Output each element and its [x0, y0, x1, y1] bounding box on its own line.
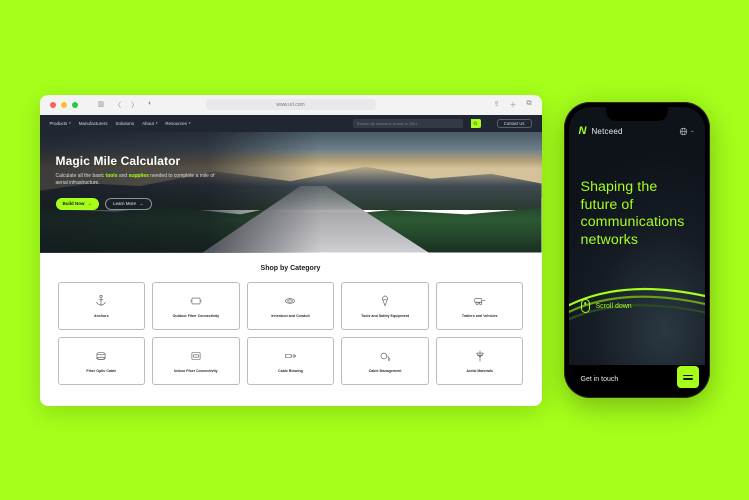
learn-more-button[interactable]: Learn More→ — [105, 198, 152, 210]
tabs-icon[interactable]: ⧉ — [527, 100, 532, 110]
category-card-aerial[interactable]: Aerial Materials — [436, 337, 524, 385]
url-text: www.url.com — [276, 102, 304, 108]
globe-icon — [679, 127, 688, 136]
category-card-fiber-cable[interactable]: Fiber Optic Cable — [58, 337, 146, 385]
sidebar-icon[interactable]: ▥ — [98, 100, 105, 110]
browser-window: ▥ 〈 〉 ◐ www.url.com ⇪ ＋ ⧉ Products▾ Manu… — [40, 95, 542, 406]
patch-panel-icon — [189, 349, 203, 363]
hero-subtitle: Calculate all the basic tools and suppli… — [56, 173, 226, 188]
category-grid: Anchors Outdoor Fiber Connectivity Inner… — [58, 282, 524, 385]
phone-notch — [606, 107, 668, 121]
blower-icon — [283, 349, 297, 363]
build-now-button[interactable]: Build Now→ — [56, 198, 100, 210]
anchor-icon — [94, 294, 108, 308]
hero-banner: Magic Mile Calculator Calculate all the … — [40, 132, 542, 253]
trailer-icon — [473, 294, 487, 308]
browser-chrome: ▥ 〈 〉 ◐ www.url.com ⇪ ＋ ⧉ — [40, 95, 542, 115]
contact-us-button[interactable]: Contact Us — [497, 119, 532, 128]
category-card-anchors[interactable]: Anchors — [58, 282, 146, 330]
search-input[interactable]: Search by keyword, brand or SKU — [353, 119, 463, 128]
minimize-dot-icon[interactable] — [61, 102, 67, 108]
phone-header: N Netceed ⌄ — [579, 125, 695, 137]
nav-item-products[interactable]: Products▾ — [50, 121, 71, 126]
category-card-indoor-fiber[interactable]: Indoor Fiber Connectivity — [152, 337, 240, 385]
shop-section: Shop by Category Anchors Outdoor Fiber C… — [40, 253, 542, 406]
conduit-icon — [283, 294, 297, 308]
category-card-innerduct[interactable]: Innerduct and Conduit — [247, 282, 335, 330]
scroll-indicator[interactable]: Scroll down — [581, 299, 632, 313]
address-bar[interactable]: www.url.com — [206, 99, 376, 110]
nav-item-about[interactable]: About▾ — [142, 121, 157, 126]
phone-screen: N Netceed ⌄ Shaping the future of commun… — [569, 107, 705, 393]
traffic-lights[interactable] — [50, 102, 78, 108]
search-placeholder: Search by keyword, brand or SKU — [357, 121, 417, 126]
phone-hero-text: Shaping the future of communications net… — [581, 179, 697, 249]
shield-icon[interactable]: ◐ — [148, 100, 152, 110]
menu-button[interactable] — [677, 366, 699, 388]
shop-title: Shop by Category — [58, 265, 524, 272]
safety-icon — [378, 294, 392, 308]
search-icon — [473, 121, 478, 126]
category-card-cable-mgmt[interactable]: Cable Management — [341, 337, 429, 385]
category-card-cable-blowing[interactable]: Cable Blowing — [247, 337, 335, 385]
nav-item-solutions[interactable]: Solutions — [116, 121, 135, 126]
nav-item-manufacturers[interactable]: Manufacturers — [79, 121, 108, 126]
language-selector[interactable]: ⌄ — [679, 127, 694, 136]
logo-mark-icon: N — [579, 125, 587, 137]
arrow-right-icon: → — [139, 201, 144, 206]
arrow-right-icon: → — [88, 201, 93, 206]
forward-icon[interactable]: 〉 — [131, 100, 138, 110]
site-navbar: Products▾ Manufacturers Solutions About▾… — [40, 115, 542, 132]
category-card-trailers[interactable]: Trailers and Vehicles — [436, 282, 524, 330]
maximize-dot-icon[interactable] — [72, 102, 78, 108]
cable-spool-icon — [94, 349, 108, 363]
hero-title: Magic Mile Calculator — [56, 154, 542, 168]
brand-logo[interactable]: N Netceed — [579, 125, 623, 137]
search-button[interactable] — [471, 119, 481, 128]
aerial-pole-icon — [473, 349, 487, 363]
nav-item-resources[interactable]: Resources▾ — [165, 121, 190, 126]
close-dot-icon[interactable] — [50, 102, 56, 108]
chevron-down-icon: ⌄ — [690, 128, 694, 134]
share-icon[interactable]: ⇪ — [494, 100, 500, 110]
mouse-scroll-icon — [581, 299, 590, 313]
brand-name: Netceed — [591, 127, 622, 136]
category-card-tools-safety[interactable]: Tools and Safety Equipment — [341, 282, 429, 330]
back-icon[interactable]: 〈 — [114, 100, 121, 110]
phone-device: N Netceed ⌄ Shaping the future of commun… — [564, 102, 710, 398]
nav-items: Products▾ Manufacturers Solutions About▾… — [50, 121, 191, 126]
cable-mgmt-icon — [378, 349, 392, 363]
category-card-outdoor-fiber[interactable]: Outdoor Fiber Connectivity — [152, 282, 240, 330]
scroll-label: Scroll down — [596, 303, 632, 310]
outdoor-fiber-icon — [189, 294, 203, 308]
hamburger-icon — [683, 375, 693, 380]
new-tab-icon[interactable]: ＋ — [510, 100, 517, 110]
get-in-touch-link[interactable]: Get in touch — [581, 376, 619, 383]
